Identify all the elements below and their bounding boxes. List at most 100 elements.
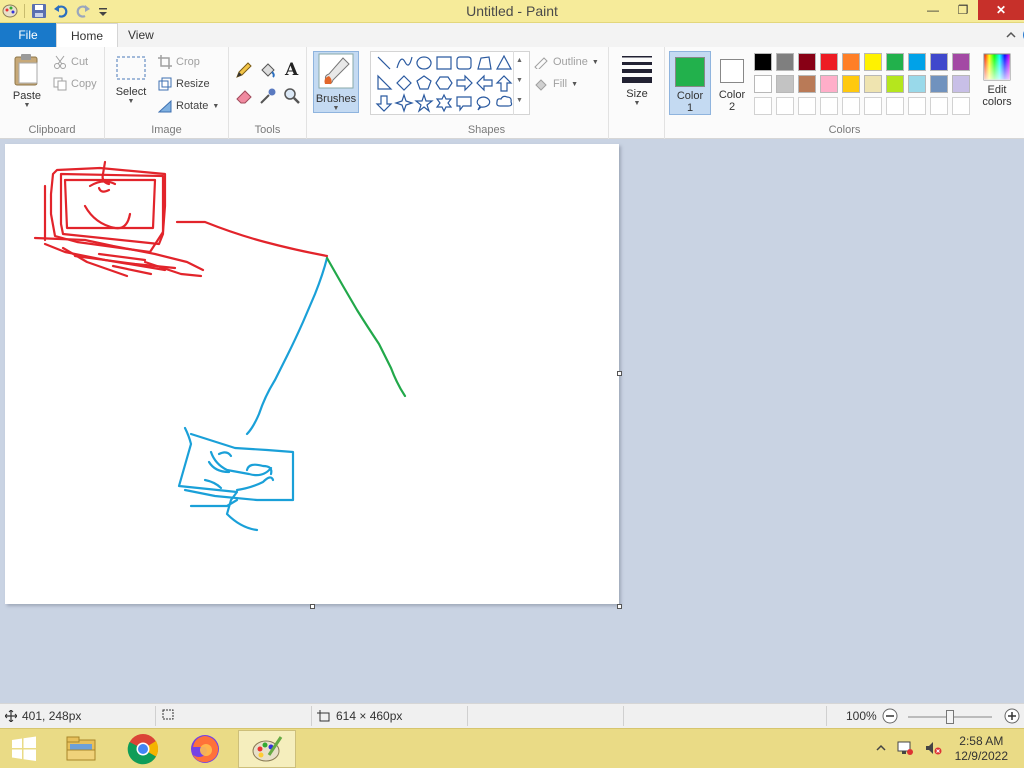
palette-swatch[interactable] — [864, 75, 882, 93]
custom-color-slot[interactable] — [930, 97, 948, 115]
tab-home[interactable]: Home — [56, 23, 119, 48]
custom-color-slot[interactable] — [776, 97, 794, 115]
down-arrow-shape-icon[interactable] — [375, 95, 393, 112]
palette-swatch[interactable] — [842, 75, 860, 93]
hexagon-shape-icon[interactable] — [435, 76, 453, 90]
palette-swatch[interactable] — [820, 75, 838, 93]
custom-color-slot[interactable] — [798, 97, 816, 115]
palette-swatch[interactable] — [930, 75, 948, 93]
drawing-canvas[interactable] — [5, 144, 619, 604]
triangle-shape-icon[interactable] — [495, 54, 513, 70]
copy-button[interactable]: Copy — [53, 77, 97, 91]
palette-swatch[interactable] — [908, 75, 926, 93]
taskbar-firefox[interactable] — [176, 730, 234, 768]
palette-swatch[interactable] — [864, 53, 882, 71]
taskbar-paint[interactable] — [238, 730, 296, 768]
custom-color-slot[interactable] — [842, 97, 860, 115]
left-arrow-shape-icon[interactable] — [476, 74, 493, 92]
palette-swatch[interactable] — [798, 53, 816, 71]
curve-shape-icon[interactable] — [396, 56, 413, 69]
magnifier-icon[interactable] — [283, 87, 301, 108]
taskbar-file-explorer[interactable] — [52, 730, 110, 768]
palette-swatch[interactable] — [754, 53, 772, 71]
zoom-in-button[interactable] — [1004, 708, 1020, 724]
oval-shape-icon[interactable] — [416, 56, 432, 70]
show-hidden-icons-icon[interactable] — [876, 743, 886, 756]
paste-button[interactable]: Paste ▼ — [8, 53, 46, 109]
taskbar-chrome[interactable] — [114, 730, 172, 768]
custom-color-slot[interactable] — [908, 97, 926, 115]
resize-handle-corner[interactable] — [617, 604, 622, 609]
five-point-star-shape-icon[interactable] — [414, 93, 434, 113]
color2-button[interactable]: Color 2 — [713, 51, 751, 115]
custom-color-slot[interactable] — [820, 97, 838, 115]
tab-view[interactable]: View — [114, 23, 168, 47]
tab-file[interactable]: File — [0, 23, 56, 47]
rect-callout-shape-icon[interactable] — [456, 96, 472, 112]
up-arrow-shape-icon[interactable] — [495, 75, 513, 92]
volume-muted-icon[interactable] — [924, 740, 942, 759]
start-button[interactable] — [0, 730, 48, 768]
collapse-ribbon-icon[interactable] — [1004, 26, 1018, 44]
text-tool-icon[interactable]: A — [283, 59, 301, 82]
right-triangle-shape-icon[interactable] — [377, 74, 393, 90]
resize-handle-bottom[interactable] — [310, 604, 315, 609]
palette-swatch[interactable] — [820, 53, 838, 71]
palette-swatch[interactable] — [908, 53, 926, 71]
right-arrow-shape-icon[interactable] — [456, 74, 473, 92]
custom-color-slot[interactable] — [886, 97, 904, 115]
crop-button[interactable]: Crop — [158, 55, 200, 69]
zoom-slider[interactable] — [908, 710, 992, 724]
size-button[interactable]: Size ▼ — [617, 53, 657, 107]
custom-color-slot[interactable] — [864, 97, 882, 115]
pencil-icon[interactable] — [235, 61, 253, 82]
ribbon: Paste ▼ Cut Copy Clipboard Select ▼ Crop… — [0, 47, 1024, 139]
pentagon-shape-icon[interactable] — [416, 75, 432, 90]
custom-color-slot[interactable] — [754, 97, 772, 115]
shapes-scroll-down-icon[interactable]: ▼ — [514, 71, 525, 91]
rounded-rectangle-shape-icon[interactable] — [456, 56, 472, 70]
palette-swatch[interactable] — [886, 75, 904, 93]
diamond-shape-icon[interactable] — [396, 75, 412, 91]
select-button[interactable]: Select ▼ — [113, 55, 149, 105]
color1-button[interactable]: Color 1 — [669, 51, 711, 115]
palette-swatch[interactable] — [842, 53, 860, 71]
palette-swatch[interactable] — [776, 75, 794, 93]
resize-handle-right[interactable] — [617, 371, 622, 376]
network-icon[interactable] — [896, 740, 914, 759]
shapes-scroll-up-icon[interactable]: ▲ — [514, 51, 525, 71]
shapes-gallery-icons[interactable] — [371, 52, 531, 116]
palette-swatch[interactable] — [776, 53, 794, 71]
restore-button[interactable]: ❐ — [948, 0, 978, 20]
rotate-button[interactable]: Rotate ▼ — [158, 99, 219, 113]
close-button[interactable]: ✕ — [978, 0, 1024, 20]
custom-color-slot[interactable] — [952, 97, 970, 115]
minimize-button[interactable]: — — [918, 0, 948, 20]
zoom-slider-thumb[interactable] — [946, 710, 954, 724]
shapes-expand-icon[interactable]: ▼ — [514, 91, 525, 111]
color-picker-icon[interactable] — [259, 87, 277, 108]
palette-swatch[interactable] — [798, 75, 816, 93]
fill-button[interactable]: Fill ▼ — [533, 77, 578, 91]
cut-button[interactable]: Cut — [53, 55, 88, 69]
line-shape-icon[interactable] — [377, 56, 391, 70]
rectangle-shape-icon[interactable] — [436, 56, 452, 70]
palette-swatch[interactable] — [754, 75, 772, 93]
palette-swatch[interactable] — [952, 75, 970, 93]
four-point-star-shape-icon[interactable] — [394, 93, 414, 113]
palette-swatch[interactable] — [952, 53, 970, 71]
edit-colors-button[interactable]: Edit colors — [975, 53, 1019, 108]
resize-button[interactable]: Resize — [158, 77, 210, 91]
oval-callout-shape-icon[interactable] — [476, 96, 491, 111]
brushes-button[interactable]: Brushes ▼ — [313, 51, 359, 113]
palette-swatch[interactable] — [886, 53, 904, 71]
cloud-callout-shape-icon[interactable] — [496, 95, 513, 107]
six-point-star-shape-icon[interactable] — [435, 93, 453, 113]
outline-button[interactable]: Outline ▼ — [533, 55, 599, 69]
fill-bucket-icon[interactable] — [259, 61, 277, 82]
taskbar-clock[interactable]: 2:58 AM 12/9/2022 — [955, 734, 1008, 764]
zoom-out-button[interactable] — [882, 708, 898, 724]
eraser-icon[interactable] — [235, 87, 253, 108]
polygon-shape-icon[interactable] — [477, 56, 492, 70]
palette-swatch[interactable] — [930, 53, 948, 71]
